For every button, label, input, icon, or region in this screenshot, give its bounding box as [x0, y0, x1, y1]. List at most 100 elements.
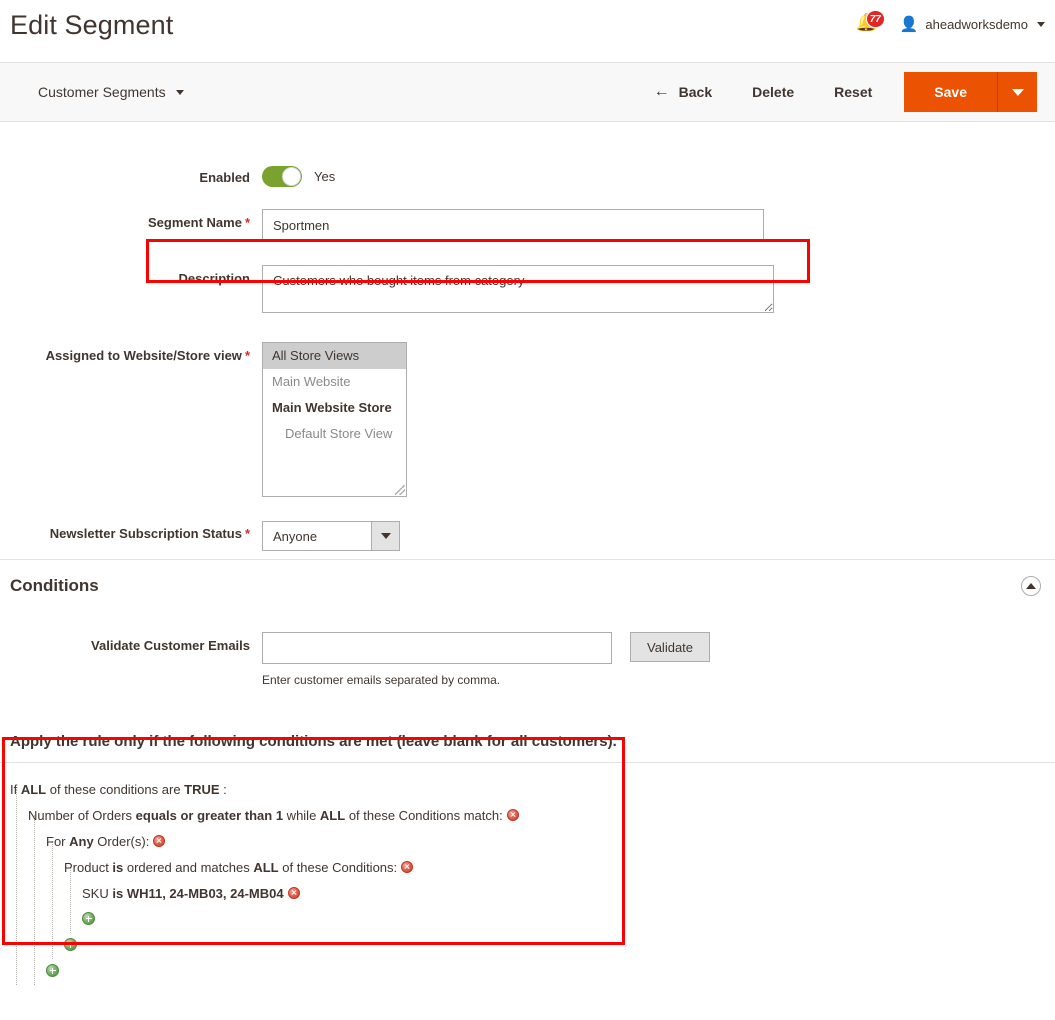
newsletter-selected-value: Anyone: [273, 528, 318, 544]
rule-heading: Apply the rule only if the following con…: [0, 723, 1055, 763]
validate-emails-row: Validate Customer Emails Validate Enter …: [0, 632, 1055, 687]
remove-condition-icon[interactable]: [153, 835, 166, 847]
tree-text-part[interactable]: ALL: [253, 860, 278, 875]
newsletter-label: Newsletter Subscription Status *: [49, 526, 250, 541]
tree-text-part: ordered and matches: [123, 860, 254, 875]
chevron-down-icon[interactable]: [371, 522, 399, 550]
tree-condition-row: SKU is WH11, 24-MB03, 24-MB04: [0, 881, 1055, 907]
tree-text-part[interactable]: equals or greater than: [136, 808, 273, 823]
add-condition-icon[interactable]: [64, 938, 77, 951]
newsletter-select[interactable]: Anyone: [262, 521, 400, 551]
tree-text-part[interactable]: is: [112, 886, 123, 901]
tree-text-part[interactable]: ALL: [320, 808, 345, 823]
reset-button-label: Reset: [834, 84, 873, 100]
enabled-toggle[interactable]: [262, 166, 302, 187]
required-marker: *: [244, 215, 250, 230]
description-textarea[interactable]: Customers who bought items from category: [262, 265, 774, 313]
tree-text-part: of these Conditions:: [278, 860, 398, 875]
user-menu[interactable]: 👤 aheadworksdemo: [900, 17, 1045, 32]
validate-emails-note: Enter customer emails separated by comma…: [262, 673, 501, 687]
assigned-store-label: Assigned to Website/Store view *: [45, 348, 250, 363]
chevron-down-icon: [1037, 21, 1045, 27]
field-assigned-store: Assigned to Website/Store view * All Stor…: [0, 342, 1055, 497]
tree-text-part: of these conditions are: [46, 782, 185, 797]
header-right-group: 🔔 77 👤 aheadworksdemo: [856, 10, 1045, 36]
user-icon: 👤: [899, 15, 919, 33]
rule-conditions-block: Apply the rule only if the following con…: [0, 723, 1055, 985]
chevron-down-icon: [175, 89, 184, 95]
notifications-button[interactable]: 🔔 77: [856, 10, 885, 36]
store-switcher-label: Customer Segments: [38, 84, 166, 100]
tree-condition-row: Number of Orders equals or greater than …: [0, 803, 1055, 829]
save-button-group: Save: [904, 72, 1037, 112]
remove-condition-icon[interactable]: [287, 887, 300, 899]
tree-condition-row: Product is ordered and matches ALL of th…: [0, 855, 1055, 881]
field-newsletter-status: Newsletter Subscription Status * Anyone: [0, 521, 1055, 551]
tree-text-part: while: [283, 808, 320, 823]
back-button[interactable]: ← Back: [634, 76, 732, 108]
field-segment-name: Segment Name *: [0, 209, 1055, 241]
conditions-tree: If ALL of these conditions are TRUE : Num…: [0, 763, 1055, 985]
save-button[interactable]: Save: [904, 72, 997, 112]
resize-handle-icon[interactable]: [395, 485, 405, 495]
chevron-up-icon[interactable]: [1021, 576, 1041, 596]
enabled-label: Enabled: [199, 170, 250, 185]
notification-count-badge: 77: [865, 10, 885, 28]
tree-text-part: For: [46, 834, 70, 849]
add-condition-icon[interactable]: [82, 912, 95, 925]
tree-text-part[interactable]: 1: [276, 808, 283, 823]
tree-add-row: [0, 959, 1055, 985]
tree-text-part: of these Conditions match:: [345, 808, 503, 823]
store-option-store[interactable]: Main Website Store: [263, 395, 406, 421]
tree-text-part: Product: [64, 860, 113, 875]
remove-condition-icon[interactable]: [506, 809, 519, 821]
delete-button[interactable]: Delete: [732, 76, 814, 108]
tree-text-part[interactable]: is: [112, 860, 123, 875]
required-marker: *: [244, 526, 250, 541]
tree-add-row: [0, 933, 1055, 959]
caret-down-icon: [1011, 88, 1024, 96]
back-button-label: Back: [678, 84, 713, 100]
field-enabled: Enabled Yes: [0, 164, 1055, 187]
required-marker: *: [244, 348, 250, 363]
delete-button-label: Delete: [752, 84, 795, 100]
toggle-knob: [282, 167, 301, 186]
description-label: Description: [178, 271, 250, 286]
tree-text-part: SKU: [82, 886, 113, 901]
add-condition-icon[interactable]: [46, 964, 59, 977]
tree-text-part[interactable]: Any: [69, 834, 94, 849]
store-option-website[interactable]: Main Website: [263, 369, 406, 395]
segment-name-label: Segment Name *: [148, 215, 250, 230]
conditions-section-header: Conditions: [0, 559, 1055, 610]
page-title: Edit Segment: [10, 10, 174, 40]
reset-button[interactable]: Reset: [814, 76, 892, 108]
assigned-store-multiselect[interactable]: All Store Views Main Website Main Websit…: [262, 342, 407, 497]
validate-emails-input[interactable]: [262, 632, 612, 664]
tree-add-row: [0, 907, 1055, 933]
remove-condition-icon[interactable]: [401, 861, 414, 873]
conditions-title: Conditions: [10, 576, 99, 595]
segment-form: Enabled Yes Segment Name* Description Cu…: [0, 122, 1055, 551]
segment-name-input[interactable]: [262, 209, 764, 241]
tree-text-part[interactable]: WH11, 24-MB03, 24-MB04: [127, 886, 284, 901]
store-option-all[interactable]: All Store Views: [263, 343, 406, 370]
tree-text-part[interactable]: TRUE: [184, 782, 219, 797]
arrow-left-icon: ←: [653, 83, 670, 100]
field-description: Description Customers who bought items f…: [0, 265, 1055, 316]
tree-condition-row: If ALL of these conditions are TRUE :: [0, 777, 1055, 803]
store-option-view[interactable]: Default Store View: [263, 421, 406, 447]
tree-text-part[interactable]: ALL: [21, 782, 46, 797]
tree-text-part: Number of Orders: [28, 808, 136, 823]
tree-text-part: Order(s):: [93, 834, 150, 849]
store-switcher[interactable]: Customer Segments: [38, 84, 184, 100]
page-actions-toolbar: Customer Segments ← Back Delete Reset Sa…: [0, 62, 1055, 122]
toolbar-actions: ← Back Delete Reset Save: [634, 72, 1037, 112]
validate-button[interactable]: Validate: [630, 632, 711, 662]
tree-text-part: :: [219, 782, 227, 797]
tree-condition-row: For Any Order(s):: [0, 829, 1055, 855]
save-options-button[interactable]: [997, 72, 1037, 112]
tree-text-part: If: [10, 782, 21, 797]
enabled-value-label: Yes: [314, 169, 336, 184]
user-name-label: aheadworksdemo: [925, 16, 1028, 32]
validate-emails-label: Validate Customer Emails: [91, 638, 250, 653]
